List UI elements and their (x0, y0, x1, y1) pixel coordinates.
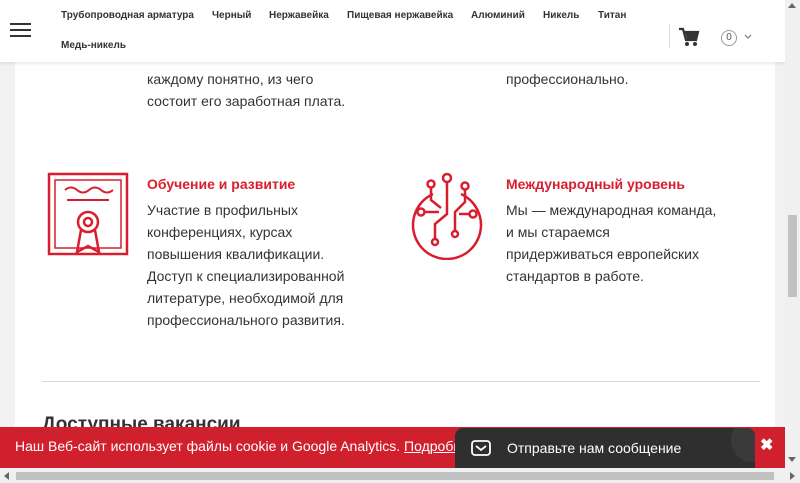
salary-text-line: каждому понятно, из чего (147, 71, 314, 87)
cookie-message: Наш Веб-сайт использует файлы cookie и G… (15, 438, 401, 454)
international-text-line: Мы — международная команда, (506, 202, 717, 218)
international-text-line: стандартов в работе. (506, 268, 644, 284)
training-text-line: повышения квалификации. (147, 246, 325, 262)
training-text-line: литературе, необходимой для (147, 290, 344, 306)
close-icon[interactable]: ✖ (760, 435, 773, 455)
international-text-line: придерживаться европейских (506, 246, 699, 262)
certificate-icon (47, 172, 129, 256)
training-text-line: Доступ к специализированной (147, 268, 345, 284)
horizontal-scrollbar[interactable] (0, 468, 800, 483)
nav-link-pipeline-fittings[interactable]: Трубопроводная арматура (61, 10, 194, 21)
professional-text-line: профессионально. (506, 71, 629, 87)
professional-text: профессионально. (506, 68, 628, 90)
scroll-left-arrow-icon[interactable] (4, 472, 9, 480)
scrollbar-thumb[interactable] (788, 215, 797, 297)
nav-link-nickel[interactable]: Никель (543, 10, 579, 21)
site-header: Трубопроводная арматура Черный Нержавейк… (0, 0, 785, 62)
chevron-down-icon[interactable] (743, 32, 753, 42)
training-text-line: конференциях, курсах (147, 224, 293, 240)
cart-icon[interactable] (678, 26, 700, 48)
cart-count-badge[interactable]: 0 (721, 30, 737, 46)
horizontal-scrollbar-thumb[interactable] (16, 472, 774, 480)
nav-link-stainless[interactable]: Нержавейка (269, 10, 329, 21)
training-text-line: профессионального развития. (147, 312, 345, 328)
header-separator (669, 24, 670, 48)
salary-text-line: состоит его заработная плата. (147, 93, 346, 109)
cookie-more-link[interactable]: Подробн (404, 438, 461, 454)
nav-link-titanium[interactable]: Титан (598, 10, 626, 21)
training-text: Участие в профильных конференциях, курса… (147, 199, 345, 331)
section-divider (42, 381, 760, 382)
vertical-scrollbar[interactable] (785, 0, 800, 468)
scroll-up-arrow-icon[interactable] (788, 3, 796, 8)
international-title: Международный уровень (506, 176, 685, 192)
scroll-right-arrow-icon[interactable] (790, 472, 795, 480)
nav-link-aluminium[interactable]: Алюминий (471, 10, 525, 21)
nav-link-black[interactable]: Черный (212, 10, 251, 21)
international-text-line: и мы стараемся (506, 224, 610, 240)
international-text: Мы — международная команда, и мы стараем… (506, 199, 716, 287)
mail-icon (471, 440, 491, 456)
chat-widget-curve (731, 428, 755, 462)
scroll-down-arrow-icon[interactable] (788, 457, 796, 462)
globe-network-icon (411, 172, 483, 260)
salary-text: каждому понятно, из чего состоит его зар… (147, 68, 345, 112)
cookie-text: Наш Веб-сайт использует файлы cookie и G… (15, 438, 461, 454)
chat-widget[interactable]: Отправьте нам сообщение (455, 428, 755, 468)
nav-link-food-stainless[interactable]: Пищевая нержавейка (347, 10, 453, 21)
nav-link-copper-nickel[interactable]: Медь-никель (61, 40, 126, 51)
training-text-line: Участие в профильных (147, 202, 298, 218)
burger-menu-icon[interactable] (10, 23, 31, 37)
training-title: Обучение и развитие (147, 176, 296, 192)
chat-label: Отправьте нам сообщение (507, 440, 682, 456)
